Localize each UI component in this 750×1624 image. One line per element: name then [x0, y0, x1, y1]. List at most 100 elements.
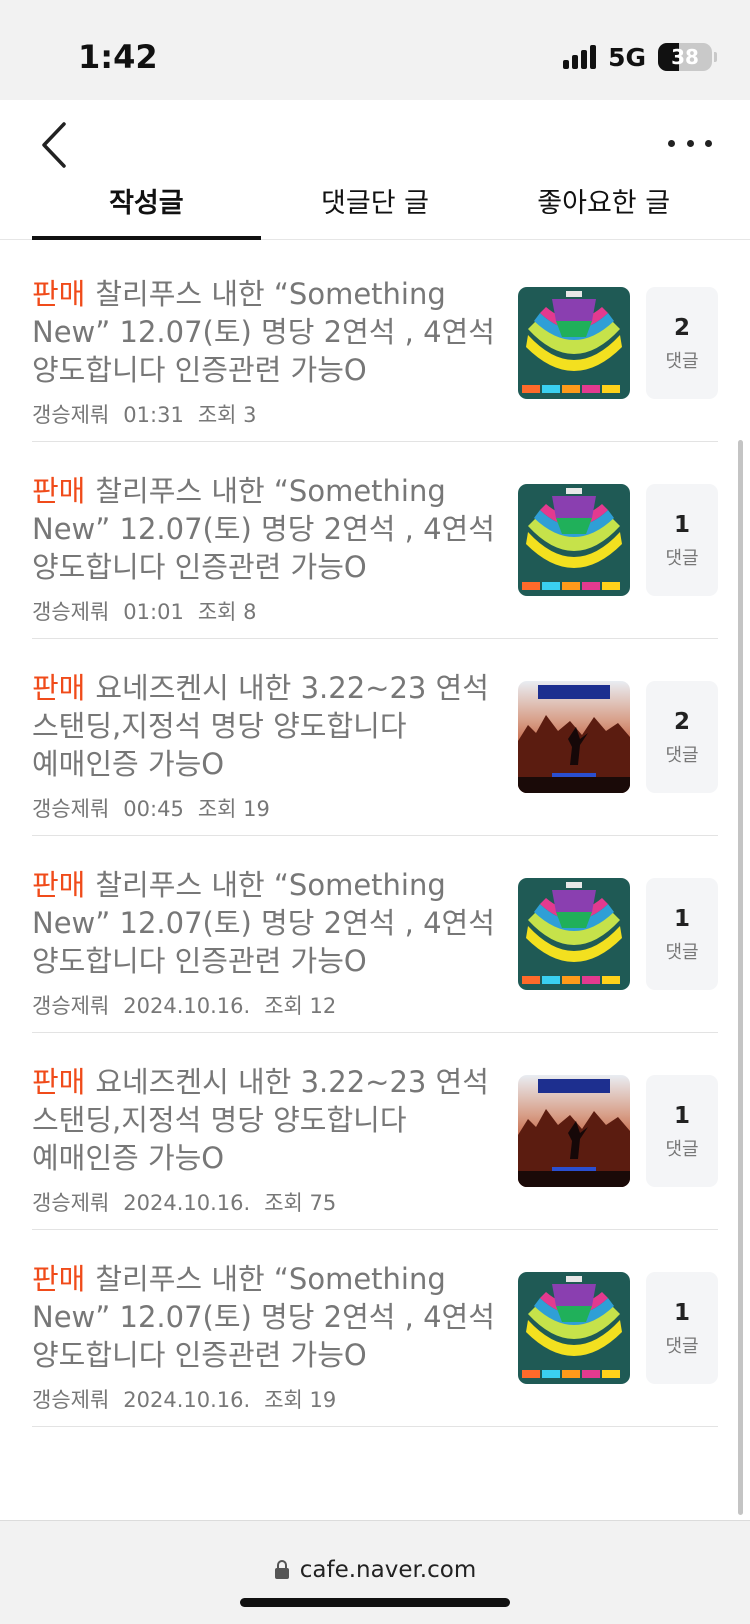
post-item[interactable]: 판매 요네즈켄시 내한 3.22~23 연석 스탠딩,지정석 명당 양도합니다 예…	[32, 639, 718, 836]
post-item[interactable]: 판매 찰리푸스 내한 “Something New” 12.07(토) 명당 2연…	[32, 442, 718, 639]
more-dots-icon	[668, 139, 675, 147]
comment-label: 댓글	[665, 351, 699, 372]
post-views: 조회 19	[264, 1388, 337, 1412]
post-meta: 갱승제뤄 2024.10.16. 조회 19	[32, 1384, 350, 1414]
post-title[interactable]: 판매 찰리푸스 내한 “Something New” 12.07(토) 명당 2연…	[32, 1260, 502, 1374]
post-list: 판매 찰리푸스 내한 “Something New” 12.07(토) 명당 2연…	[32, 245, 718, 1427]
tab-commented-posts[interactable]: 댓글단 글	[261, 175, 490, 240]
home-indicator	[240, 1598, 510, 1607]
sale-badge: 판매	[32, 277, 86, 311]
comment-count: 2	[673, 709, 690, 735]
lock-icon	[274, 1560, 289, 1579]
seat-map-thumbnail	[518, 484, 630, 596]
comment-label: 댓글	[665, 548, 699, 569]
post-meta: 갱승제뤄 01:31 조회 3	[32, 399, 271, 429]
comment-label: 댓글	[665, 942, 699, 963]
post-title[interactable]: 판매 찰리푸스 내한 “Something New” 12.07(토) 명당 2연…	[32, 275, 502, 389]
post-views: 조회 3	[197, 403, 257, 427]
seat-map-thumbnail	[518, 1272, 630, 1384]
post-meta: 갱승제뤄 00:45 조회 19	[32, 793, 284, 823]
post-thumbnail[interactable]	[518, 878, 630, 990]
comment-count-button[interactable]: 1 댓글	[646, 484, 718, 596]
post-views: 조회 19	[197, 797, 270, 821]
status-indicators: 5G 38	[563, 42, 717, 72]
post-thumbnail[interactable]	[518, 681, 630, 793]
comment-label: 댓글	[665, 745, 699, 766]
concert-poster-thumbnail	[518, 681, 630, 793]
post-item[interactable]: 판매 찰리푸스 내한 “Something New” 12.07(토) 명당 2연…	[32, 1230, 718, 1427]
tab-bar: 작성글 댓글단 글 좋아요한 글	[32, 175, 718, 240]
comment-count-button[interactable]: 1 댓글	[646, 878, 718, 990]
post-title[interactable]: 판매 요네즈켄시 내한 3.22~23 연석 스탠딩,지정석 명당 양도합니다 예…	[32, 1063, 502, 1177]
sale-badge: 판매	[32, 1262, 86, 1296]
post-title-text: 찰리푸스 내한 “Something New” 12.07(토) 명당 2연석 …	[32, 1262, 495, 1372]
post-time: 2024.10.16.	[123, 1388, 251, 1412]
post-item[interactable]: 판매 요네즈켄시 내한 3.22~23 연석 스탠딩,지정석 명당 양도합니다 예…	[32, 1033, 718, 1230]
network-label: 5G	[608, 42, 646, 72]
post-author: 갱승제뤄	[32, 1191, 110, 1215]
tab-my-posts[interactable]: 작성글	[32, 175, 261, 240]
post-views: 조회 75	[264, 1191, 337, 1215]
post-meta: 갱승제뤄 01:01 조회 8	[32, 596, 271, 626]
seat-map-thumbnail	[518, 287, 630, 399]
chevron-left-icon	[42, 122, 66, 168]
comment-count: 1	[673, 512, 690, 538]
post-author: 갱승제뤄	[32, 1388, 110, 1412]
comment-count-button[interactable]: 2 댓글	[646, 287, 718, 399]
post-thumbnail[interactable]	[518, 484, 630, 596]
post-author: 갱승제뤄	[32, 797, 110, 821]
post-title-text: 요네즈켄시 내한 3.22~23 연석 스탠딩,지정석 명당 양도합니다 예매인…	[32, 1065, 489, 1175]
post-views: 조회 12	[264, 994, 337, 1018]
post-thumbnail[interactable]	[518, 287, 630, 399]
post-views: 조회 8	[197, 600, 257, 624]
comment-count: 1	[673, 1103, 690, 1129]
post-title[interactable]: 판매 찰리푸스 내한 “Something New” 12.07(토) 명당 2연…	[32, 866, 502, 980]
battery-level: 38	[671, 45, 699, 69]
comment-count-button[interactable]: 1 댓글	[646, 1272, 718, 1384]
url-text: cafe.naver.com	[299, 1557, 477, 1583]
tab-liked-posts[interactable]: 좋아요한 글	[489, 175, 718, 240]
post-item[interactable]: 판매 찰리푸스 내한 “Something New” 12.07(토) 명당 2연…	[32, 245, 718, 442]
sale-badge: 판매	[32, 868, 86, 902]
post-title-text: 요네즈켄시 내한 3.22~23 연석 스탠딩,지정석 명당 양도합니다 예매인…	[32, 671, 489, 781]
post-time: 2024.10.16.	[123, 1191, 251, 1215]
post-title[interactable]: 판매 찰리푸스 내한 “Something New” 12.07(토) 명당 2연…	[32, 472, 502, 586]
signal-icon	[563, 45, 597, 69]
post-time: 00:45	[123, 797, 184, 821]
post-author: 갱승제뤄	[32, 994, 110, 1018]
comment-count: 2	[673, 315, 690, 341]
post-author: 갱승제뤄	[32, 403, 110, 427]
comment-label: 댓글	[665, 1336, 699, 1357]
more-button[interactable]	[668, 128, 712, 158]
post-title-text: 찰리푸스 내한 “Something New” 12.07(토) 명당 2연석 …	[32, 277, 495, 387]
post-time: 01:31	[123, 403, 184, 427]
comment-count: 1	[673, 1300, 690, 1326]
sale-badge: 판매	[32, 474, 86, 508]
post-author: 갱승제뤄	[32, 600, 110, 624]
post-thumbnail[interactable]	[518, 1075, 630, 1187]
comment-count: 1	[673, 906, 690, 932]
post-title[interactable]: 판매 요네즈켄시 내한 3.22~23 연석 스탠딩,지정석 명당 양도합니다 예…	[32, 669, 502, 783]
post-title-text: 찰리푸스 내한 “Something New” 12.07(토) 명당 2연석 …	[32, 868, 495, 978]
post-title-text: 찰리푸스 내한 “Something New” 12.07(토) 명당 2연석 …	[32, 474, 495, 584]
sale-badge: 판매	[32, 671, 86, 705]
comment-label: 댓글	[665, 1139, 699, 1160]
concert-poster-thumbnail	[518, 1075, 630, 1187]
url-bar[interactable]: cafe.naver.com	[0, 1520, 750, 1624]
scrollbar[interactable]	[738, 440, 743, 1515]
comment-count-button[interactable]: 2 댓글	[646, 681, 718, 793]
nav-bar: 작성글 댓글단 글 좋아요한 글	[0, 100, 750, 240]
battery-icon: 38	[658, 43, 717, 71]
status-bar: 1:42 5G 38	[0, 0, 750, 100]
back-button[interactable]	[36, 120, 76, 170]
post-meta: 갱승제뤄 2024.10.16. 조회 75	[32, 1187, 350, 1217]
seat-map-thumbnail	[518, 878, 630, 990]
post-thumbnail[interactable]	[518, 1272, 630, 1384]
comment-count-button[interactable]: 1 댓글	[646, 1075, 718, 1187]
post-meta: 갱승제뤄 2024.10.16. 조회 12	[32, 990, 350, 1020]
post-item[interactable]: 판매 찰리푸스 내한 “Something New” 12.07(토) 명당 2연…	[32, 836, 718, 1033]
status-time: 1:42	[78, 38, 158, 76]
post-time: 2024.10.16.	[123, 994, 251, 1018]
sale-badge: 판매	[32, 1065, 86, 1099]
post-time: 01:01	[123, 600, 184, 624]
